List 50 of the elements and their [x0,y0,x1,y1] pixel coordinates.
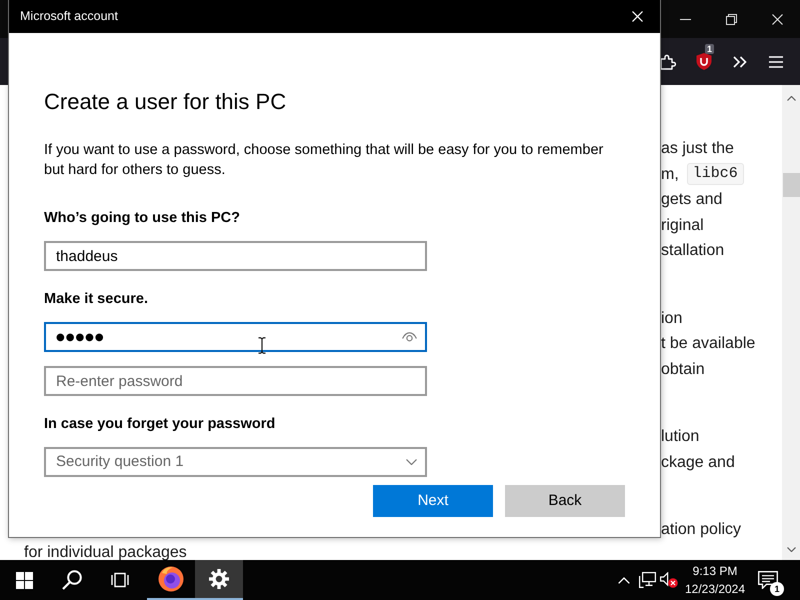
text-cursor-icon [258,337,266,354]
page-text: ation policy [661,520,742,540]
page-text: ion [661,308,682,328]
page-text: lution [661,427,700,447]
dialog-title: Microsoft account [20,8,118,26]
text-input-field[interactable]: Re-enter password [44,366,427,396]
field-label: In case you forget your password [44,415,276,434]
page-text: m, [661,164,679,184]
minimize-icon[interactable] [680,18,690,20]
field-label: Who’s going to use this PC? [44,209,242,228]
dialog-heading: Create a user for this PC [44,88,288,115]
puzzle-piece-icon[interactable] [660,54,676,70]
clock-time[interactable]: 9:13 PM [692,562,738,580]
page-text: for individual packages [24,544,187,560]
page-text: t be available [661,334,756,354]
dropdown-field[interactable]: Security question 1 [44,447,427,477]
page-text: as just the [661,139,734,159]
password-field[interactable]: ●●●●● [44,322,427,352]
volume-muted-icon[interactable] [660,572,678,588]
scrollbar-thumb[interactable] [782,173,800,197]
scrollbar-track[interactable] [782,85,800,560]
extension-badge-count: 1 [705,44,714,54]
field-label: Make it secure. [44,290,149,309]
text-input-field[interactable]: thaddeus [44,241,427,271]
network-icon[interactable] [638,572,656,588]
menu-icon[interactable] [769,56,783,68]
page-text: stallation [661,241,724,261]
task-view-icon[interactable] [111,572,129,588]
code-snippet: libc6 [686,163,744,186]
start-icon[interactable] [16,572,32,588]
page-text: obtain [661,360,705,380]
eye-icon[interactable] [402,332,417,342]
chevron-down-icon[interactable] [786,547,796,552]
page-text: gets and [661,190,722,210]
clock-date[interactable]: 12/23/2024 [684,580,746,598]
back-button[interactable]: Back [505,485,625,517]
page-text: riginal [661,216,704,236]
restore-icon[interactable] [726,14,736,24]
next-button[interactable]: Next [373,485,493,517]
chevron-down-icon [406,459,417,465]
taskbar-app-button[interactable] [195,560,243,600]
page-text: ckage and [661,452,735,472]
double-chevron-icon[interactable] [733,56,747,68]
instruction-text: If you want to use a password, choose something that will be easy for you to remember but hard for others to guess. [44,141,604,180]
shield-icon[interactable] [696,53,712,70]
gear-icon [209,569,229,589]
close-icon[interactable] [772,14,782,24]
notification-count: 1 [770,582,784,596]
browser-icon [158,566,184,592]
search-icon[interactable] [62,570,82,590]
